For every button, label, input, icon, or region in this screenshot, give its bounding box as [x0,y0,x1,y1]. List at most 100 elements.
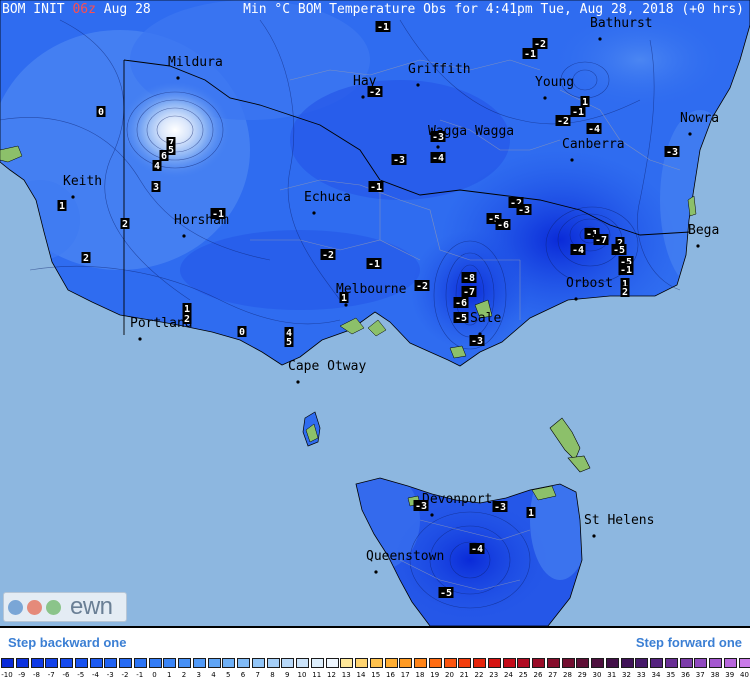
scale-swatch [178,658,191,668]
scale-swatch [664,658,678,668]
obs-value: 1 [59,201,65,212]
scale-swatch [325,658,339,668]
obs-value: -3 [393,155,405,166]
scale-swatch [428,658,442,668]
obs-value: -8 [463,273,475,284]
scale-swatch [251,658,265,668]
scale-swatch [473,658,486,668]
scale-label: 28 [563,671,572,679]
scale-label: 32 [622,671,631,679]
obs-marker: -7 [461,286,477,298]
scale-swatch [532,658,545,668]
scale-label: -1 [136,671,144,679]
obs-marker: 3 [151,181,161,193]
scale-label: -8 [33,671,40,679]
obs-marker: -4 [469,543,485,555]
obs-marker: -2 [414,280,430,292]
scale-label: -4 [92,671,99,679]
obs-value: -1 [212,209,224,220]
obs-value: 2 [122,219,128,230]
step-navigation: Step backward one Step forward one [0,626,750,656]
obs-marker: -3 [430,131,446,143]
obs-marker: -3 [391,154,407,166]
obs-marker: -1 [210,208,226,220]
place-dot [374,570,378,574]
scale-swatch [266,658,280,668]
step-backward-link[interactable]: Step backward one [8,635,126,650]
obs-value: -5 [613,245,625,256]
obs-marker: -1 [618,264,634,276]
obs-value: 4 [154,161,160,172]
obs-marker: -3 [664,146,680,158]
scale-label: 40 [740,671,749,679]
scale-label: -10 [1,671,13,679]
obs-value: -3 [666,147,678,158]
obs-marker: -3 [516,204,532,216]
scale-label: 24 [504,671,513,679]
init-time: 06z [72,2,96,17]
scale-label: 10 [297,671,307,679]
logo-mark-1 [8,600,23,615]
obs-value: -1 [368,259,380,270]
scale-label: 15 [371,671,381,679]
scale-label: -2 [121,671,129,679]
place-dot [71,195,75,199]
obs-marker: 5 [284,336,294,348]
obs-marker: -2 [555,115,571,127]
scale-label: 29 [577,671,587,679]
obs-marker: -2 [320,249,336,261]
obs-marker: 4 [152,160,162,172]
obs-marker: 2 [120,218,130,230]
scale-label: -9 [18,671,26,679]
temperature-color-scale: -10 -9 -8 -7 -6 -5 -4 -3 -2 -1 0 1 2 3 4 5 6 7 8 9 10 11 12 13 1… [0,656,750,681]
obs-value: -1 [377,22,389,33]
place-name: Griffith [408,62,471,77]
obs-value: -6 [497,220,509,231]
scale-label: 37 [695,671,705,679]
scale-swatch [605,658,619,668]
obs-value: -7 [595,235,607,246]
scale-swatch [694,658,708,668]
place-dot [138,337,142,341]
place-name: Nowra [680,111,719,126]
model-run-label: BOM INIT 06z Aug 28 [2,2,151,17]
scale-swatch [281,658,295,668]
scale-swatch [561,658,575,668]
obs-marker: -1 [375,21,391,33]
obs-value: -1 [572,107,584,118]
obs-value: -5 [455,313,467,324]
scale-label: -7 [47,671,55,679]
obs-marker: -5 [438,587,454,599]
obs-marker: 1 [526,507,536,519]
place-name: Queenstown [366,549,444,564]
obs-marker: -8 [461,272,477,284]
obs-value: -2 [322,250,334,261]
scale-swatch [222,658,236,668]
obs-value: 6 [161,151,167,162]
scale-label: 5 [226,671,231,679]
scale-swatch [723,658,737,668]
scale-label: 35 [666,671,676,679]
scale-swatch [443,658,457,668]
scale-swatch [45,658,59,668]
obs-marker: 2 [81,252,91,264]
scale-swatch [679,658,693,668]
obs-marker: -6 [453,297,469,309]
scale-label: 17 [400,671,410,679]
obs-value: 0 [239,327,245,338]
obs-marker: -1 [522,48,538,60]
place-dot [688,132,692,136]
model-name: BOM INIT [2,2,65,17]
place-dot [312,211,316,215]
scale-swatch [369,658,383,668]
scale-swatch [591,658,604,668]
place-dot [598,37,602,41]
obs-marker: -3 [469,335,485,347]
scale-label: 19 [430,671,440,679]
scale-label: 31 [607,671,617,679]
obs-marker: 0 [237,326,247,338]
scale-label: 18 [415,671,425,679]
scale-label: 21 [459,671,469,679]
step-forward-link[interactable]: Step forward one [636,635,742,650]
obs-marker: 1 [339,292,349,304]
